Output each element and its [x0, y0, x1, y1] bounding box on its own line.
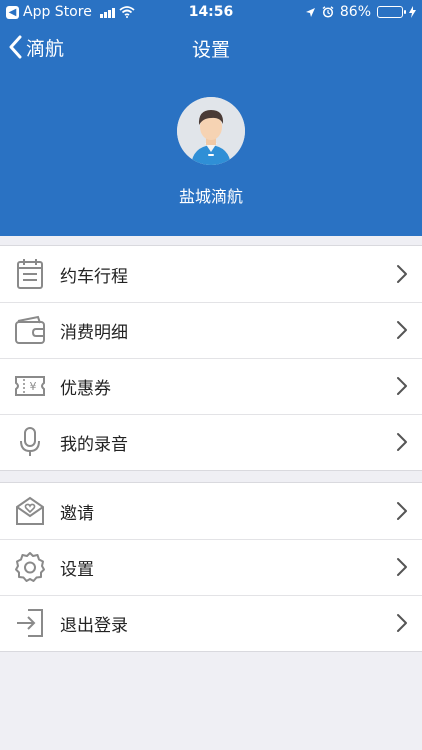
profile-name: 盐城滴航 [178, 187, 243, 206]
microphone-icon [20, 427, 40, 456]
chevron-right-icon [397, 558, 407, 576]
menu-item-trips[interactable]: 约车行程 [0, 246, 422, 302]
menu-group-secondary: 邀请 设置 退出登录 [0, 482, 422, 652]
avatar[interactable] [177, 97, 245, 165]
gear-icon [15, 552, 45, 582]
chevron-right-icon [397, 433, 407, 451]
charging-icon [409, 6, 416, 18]
svg-text:¥: ¥ [30, 380, 37, 393]
menu-item-label: 我的录音 [60, 434, 128, 455]
logout-icon [17, 609, 43, 637]
status-right: 86% [305, 4, 416, 20]
chevron-right-icon [397, 502, 407, 520]
chevron-right-icon [397, 377, 407, 395]
wallet-icon [15, 315, 45, 344]
menu-group-primary: 约车行程 消费明细 ¥ 优惠券 我的录音 [0, 245, 422, 471]
coupon-icon: ¥ [15, 376, 45, 396]
menu-item-logout[interactable]: 退出登录 [0, 595, 422, 651]
page-title: 设置 [191, 39, 230, 61]
chevron-right-icon [397, 265, 407, 283]
menu-item-expenses[interactable]: 消费明细 [0, 302, 422, 358]
menu-item-label: 约车行程 [60, 266, 128, 287]
menu-item-label: 邀请 [60, 503, 94, 524]
menu-item-label: 设置 [60, 559, 94, 580]
calendar-icon [17, 259, 43, 289]
menu-item-coupons[interactable]: ¥ 优惠券 [0, 358, 422, 414]
battery-percent: 86% [339, 4, 371, 20]
menu-item-label: 退出登录 [60, 615, 128, 636]
invite-envelope-icon [16, 496, 44, 525]
location-arrow-icon [305, 7, 315, 17]
menu-item-label: 优惠券 [60, 378, 111, 399]
status-bar: ◀ App Store 14:56 86% [0, 0, 422, 24]
menu-item-invite[interactable]: 邀请 [0, 483, 422, 539]
menu-item-recordings[interactable]: 我的录音 [0, 414, 422, 470]
menu-item-label: 消费明细 [60, 322, 128, 343]
alarm-icon [322, 6, 334, 18]
user-avatar-icon [177, 97, 245, 165]
header: ◀ App Store 14:56 86% 滴航 设置 盐城滴航 [0, 0, 422, 236]
chevron-right-icon [397, 614, 407, 632]
chevron-right-icon [397, 321, 407, 339]
menu-item-settings[interactable]: 设置 [0, 539, 422, 595]
battery-icon [377, 6, 406, 18]
